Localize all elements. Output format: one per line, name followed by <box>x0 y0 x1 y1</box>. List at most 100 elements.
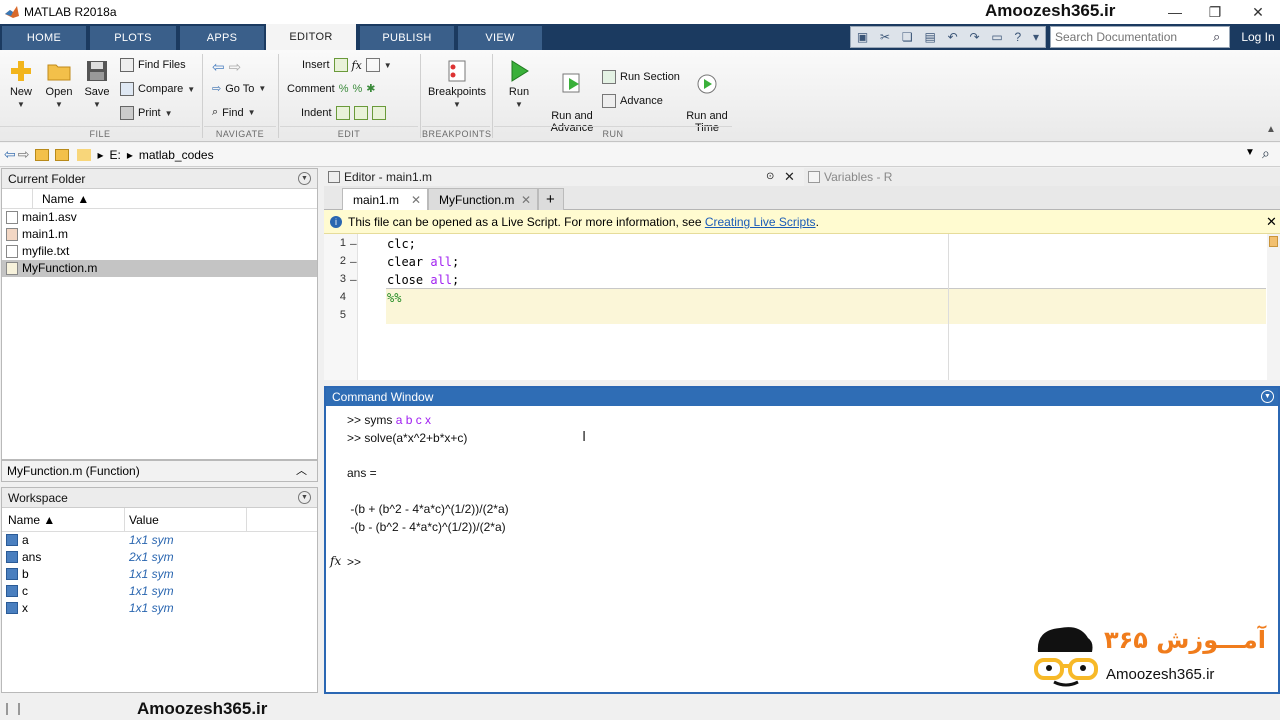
run-play-icon <box>511 60 529 82</box>
up-folder-icon[interactable] <box>35 148 50 161</box>
file-item-myfile-txt[interactable]: myfile.txt <box>2 243 317 260</box>
back-arrow-icon[interactable]: ⇦ <box>4 146 16 163</box>
code-editor[interactable]: 1 — clc; 2 — clear all; 3 — close all; 4… <box>324 234 1280 380</box>
paste-icon[interactable]: ▤ <box>924 30 935 44</box>
run-and-time-button[interactable]: Run and Time <box>684 58 730 134</box>
panel-menu-icon[interactable]: ▼ <box>298 491 311 504</box>
chevron-down-icon[interactable]: ▾ <box>1033 30 1039 44</box>
txt-file-icon <box>6 245 18 258</box>
close-window-button[interactable]: ✕ <box>1243 2 1273 22</box>
search-folder-icon[interactable]: ⌕ <box>1262 145 1270 162</box>
variables-icon <box>808 171 820 183</box>
back-forward-buttons[interactable]: ⇦ ⇨ <box>212 58 241 76</box>
breakpoints-button[interactable]: Breakpoints ▼ <box>426 58 488 110</box>
percent-icon[interactable]: % <box>339 83 349 95</box>
undo-icon[interactable]: ↶ <box>948 30 958 44</box>
indent-button[interactable]: Indent <box>301 106 386 120</box>
variables-title[interactable]: Variables - R <box>804 168 1280 186</box>
file-item-main1-m[interactable]: main1.m <box>2 226 317 243</box>
wrap-comment-icon[interactable]: ✱ <box>366 82 375 95</box>
find-files-button[interactable]: Find Files <box>120 58 186 72</box>
insert-button[interactable]: Insert fx ▼ <box>302 58 392 72</box>
editor-scroll-track[interactable] <box>1267 234 1280 380</box>
creating-live-scripts-link[interactable]: Creating Live Scripts <box>705 215 816 229</box>
workspace-row[interactable]: b 1x1 sym <box>2 566 317 583</box>
tab-myfunction-m[interactable]: MyFunction.m ✕ <box>428 188 538 210</box>
login-button[interactable]: Log In <box>1236 24 1280 50</box>
fx-function-browser-icon[interactable]: fx <box>330 554 341 568</box>
arrow-right-icon[interactable]: ⇨ <box>229 58 242 76</box>
function-icon[interactable] <box>365 58 380 72</box>
save-button[interactable]: Save ▼ <box>80 58 114 110</box>
close-tab-icon[interactable]: ✕ <box>521 189 531 211</box>
tab-apps[interactable]: APPS <box>180 26 264 50</box>
run-section-button[interactable]: Run Section <box>602 70 680 84</box>
run-and-advance-button[interactable]: Run and Advance <box>546 58 598 134</box>
path-dropdown-icon[interactable]: ▼ <box>1245 147 1255 158</box>
close-tab-icon[interactable]: ✕ <box>411 189 421 211</box>
binoculars-icon: ⌕ <box>212 106 219 118</box>
smart-indent-icon[interactable] <box>335 106 350 120</box>
search-documentation-input[interactable] <box>1050 26 1230 48</box>
close-editor-icon[interactable]: ✕ <box>784 168 795 186</box>
close-info-icon[interactable]: ✕ <box>1266 210 1277 234</box>
workspace-row[interactable]: ans 2x1 sym <box>2 549 317 566</box>
address-bar: ⇦ ⇨ ▸ E: ▸ matlab_codes ▼ ⌕ <box>0 143 1280 167</box>
uncomment-icon[interactable]: % <box>352 83 362 95</box>
divider <box>420 54 421 138</box>
output-line: -(b + (b^2 - 4*a*c)^(1/2))/(2*a) <box>347 502 509 516</box>
minimize-button[interactable]: — <box>1160 2 1190 22</box>
path-folder[interactable]: matlab_codes <box>139 148 214 162</box>
goto-button[interactable]: ⇨ Go To ▼ <box>212 82 266 96</box>
tab-main1-m[interactable]: main1.m ✕ <box>342 188 428 211</box>
search-icon[interactable]: ⌕ <box>1213 29 1220 45</box>
fx-icon[interactable]: fx <box>352 59 362 72</box>
workspace-row[interactable]: c 1x1 sym <box>2 583 317 600</box>
comment-button[interactable]: Comment%% ✱ <box>287 82 375 96</box>
tab-plots[interactable]: PLOTS <box>90 26 176 50</box>
decrease-indent-icon[interactable] <box>371 106 386 120</box>
folder-column-header[interactable]: Name ▲ <box>2 189 317 209</box>
tab-home[interactable]: HOME <box>2 26 86 50</box>
tab-editor[interactable]: EDITOR <box>266 24 356 50</box>
workspace-row[interactable]: a 1x1 sym <box>2 532 317 549</box>
redo-icon[interactable]: ↷ <box>969 30 979 44</box>
panel-menu-icon[interactable]: ▼ <box>298 172 311 185</box>
forward-arrow-icon[interactable]: ⇨ <box>18 146 30 163</box>
workspace-row[interactable]: x 1x1 sym <box>2 600 317 617</box>
matlab-logo-icon <box>5 6 19 18</box>
file-details-bar[interactable]: MyFunction.m (Function) ︿ <box>1 460 318 482</box>
collapse-ribbon-icon[interactable]: ▲ <box>1266 124 1276 135</box>
tab-view[interactable]: VIEW <box>458 26 542 50</box>
workspace-column-header[interactable]: Name ▲ Value <box>2 508 317 532</box>
new-tab-button[interactable]: + <box>538 188 564 210</box>
new-button[interactable]: New ▼ <box>4 58 38 110</box>
find-button[interactable]: ⌕ Find ▼ <box>212 106 256 119</box>
restore-button[interactable]: ❐ <box>1200 2 1230 22</box>
file-item-myfunction-m[interactable]: MyFunction.m <box>2 260 317 277</box>
watermark-bottom: Amoozesh365.ir <box>137 699 268 718</box>
copy-icon[interactable]: ❏ <box>902 30 913 44</box>
warning-marker[interactable] <box>1269 236 1278 247</box>
switch-windows-icon[interactable]: ▭ <box>991 30 1002 44</box>
arrow-left-icon[interactable]: ⇦ <box>212 58 225 76</box>
advance-button[interactable]: Advance <box>602 94 663 108</box>
increase-indent-icon[interactable] <box>353 106 368 120</box>
file-item-main1-asv[interactable]: main1.asv <box>2 209 317 226</box>
chevron-up-icon[interactable]: ︿ <box>296 461 307 481</box>
panel-menu-icon[interactable]: ▼ <box>1261 390 1274 403</box>
path-drive[interactable]: E: <box>110 148 121 162</box>
folder-open-icon <box>47 64 71 81</box>
help-icon[interactable]: ? <box>1014 30 1021 44</box>
run-button[interactable]: Run ▼ <box>500 58 538 110</box>
open-button[interactable]: Open ▼ <box>42 58 76 110</box>
compare-button[interactable]: Compare ▼ <box>120 82 195 96</box>
save-quick-icon[interactable]: ▣ <box>857 30 868 44</box>
print-button[interactable]: Print ▼ <box>120 106 173 120</box>
logo-site-text: Amoozesh365.ir <box>1106 666 1215 683</box>
editor-menu-icon[interactable]: ⊙ <box>766 168 774 186</box>
browse-folder-icon[interactable] <box>55 148 70 161</box>
tab-publish[interactable]: PUBLISH <box>360 26 454 50</box>
command-prompt[interactable]: >> <box>347 555 361 569</box>
cut-icon[interactable]: ✂ <box>880 30 890 44</box>
